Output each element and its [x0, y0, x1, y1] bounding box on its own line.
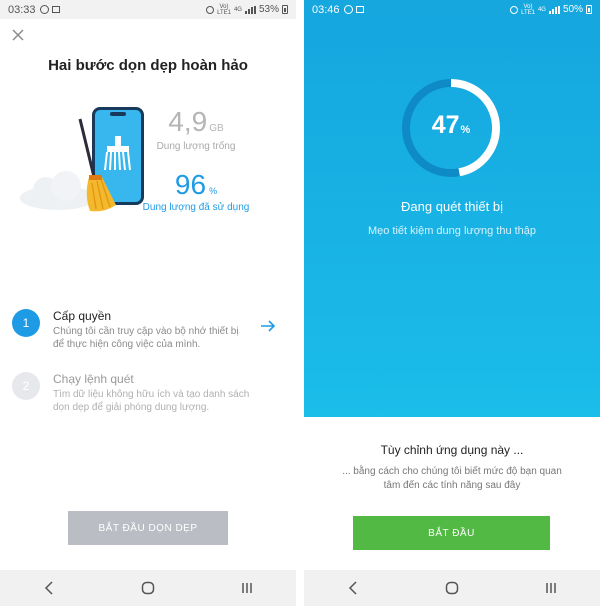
status-time: 03:46	[312, 3, 340, 16]
recent-apps-icon[interactable]	[227, 573, 267, 603]
scan-status-subtitle: Mẹo tiết kiệm dung lượng thu thập	[367, 225, 537, 237]
back-icon[interactable]	[333, 573, 373, 603]
start-button[interactable]: BẮT ĐẦU	[353, 516, 550, 550]
battery-icon	[282, 5, 288, 14]
progress-unit: %	[460, 124, 471, 136]
signal-icon	[548, 5, 560, 14]
cleanup-intro-screen: 03:33 Vo) LTE1 4G 53% Hai bước dọn dẹp h…	[0, 0, 296, 606]
network-type-icon: Vo) LTE1	[521, 3, 535, 16]
step-description: Chúng tôi cần truy cập vào bộ nhớ thiết …	[53, 326, 239, 350]
home-icon[interactable]	[128, 573, 168, 603]
network-gen-label: 4G	[537, 6, 546, 13]
status-bar: 03:46 Vo) LTE1 4G 50%	[304, 0, 600, 19]
home-icon[interactable]	[432, 573, 472, 603]
image-notification-icon	[355, 6, 364, 13]
free-storage-value: 4,9 GB	[168, 106, 224, 137]
used-storage-value: 96%	[174, 169, 218, 200]
free-storage-label: Dung lượng trống	[156, 141, 236, 152]
status-notification-icons	[343, 5, 364, 14]
step-number-badge: 2	[12, 372, 40, 400]
scanning-screen: 03:46 Vo) LTE1 4G 50% 47% Đang quét thiế…	[304, 0, 600, 606]
step-number-badge: 1	[12, 309, 40, 337]
system-nav-bar	[304, 570, 600, 606]
battery-percent: 50%	[562, 4, 583, 15]
battery-icon	[586, 5, 592, 14]
close-icon[interactable]	[10, 27, 26, 43]
status-system-icons: Vo) LTE1 4G 53%	[206, 4, 288, 16]
notification-badge-icon	[39, 5, 49, 14]
step-description: Tìm dữ liệu không hữu ích và tạo danh sá…	[53, 389, 250, 413]
scan-status-title: Đang quét thiết bị	[401, 199, 503, 214]
signal-icon	[244, 5, 256, 14]
recent-apps-icon[interactable]	[531, 573, 571, 603]
network-gen-label: 4G	[233, 6, 242, 13]
network-type-icon: Vo) LTE1	[217, 3, 231, 16]
alarm-icon	[206, 5, 215, 14]
used-storage-label: Dung lượng đã sử dụng	[142, 202, 250, 213]
system-nav-bar	[0, 570, 296, 606]
status-bar: 03:33 Vo) LTE1 4G 53%	[0, 0, 296, 19]
used-storage-unit: %	[209, 186, 218, 196]
status-system-icons: Vo) LTE1 4G 50%	[510, 4, 592, 16]
page-title: Hai bước dọn dẹp hoàn hảo	[48, 57, 248, 74]
arrow-right-icon[interactable]	[260, 319, 276, 333]
status-time: 03:33	[8, 3, 36, 16]
alarm-icon	[510, 5, 519, 14]
customize-description: ... bằng cách cho chúng tôi biết mức độ …	[342, 466, 562, 491]
customize-title: Tùy chỉnh ứng dụng này ...	[380, 443, 524, 457]
notification-badge-icon	[343, 5, 353, 14]
free-storage-unit: GB	[209, 123, 224, 134]
start-cleanup-button[interactable]: BẮT ĐẦU DỌN DẸP	[68, 511, 228, 545]
image-notification-icon	[51, 6, 60, 13]
screenshot-pair: 03:33 Vo) LTE1 4G 53% Hai bước dọn dẹp h…	[0, 0, 600, 606]
broom-illustration	[78, 118, 116, 212]
back-icon[interactable]	[29, 573, 69, 603]
step-title: Cấp quyền	[53, 309, 112, 323]
step-title: Chạy lệnh quét	[53, 372, 134, 386]
progress-value: 47%	[431, 111, 471, 139]
battery-percent: 53%	[258, 4, 279, 15]
status-notification-icons	[39, 5, 60, 14]
